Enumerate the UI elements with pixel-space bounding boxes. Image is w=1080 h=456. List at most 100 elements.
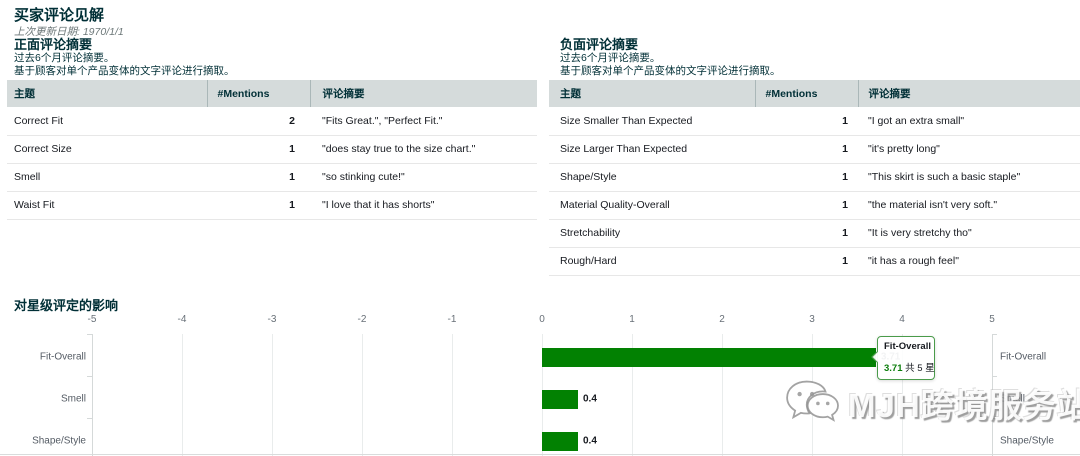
- cell-sum: "so stinking cute!": [310, 163, 537, 191]
- bar-value-label: 0.4: [583, 436, 597, 447]
- positive-section-title: 正面评论摘要: [14, 34, 92, 53]
- cell-topic: Shape/Style: [549, 163, 755, 191]
- x-axis-tick-label: 0: [539, 314, 545, 325]
- table-row: Rough/Hard1"it has a rough feel": [549, 247, 1080, 275]
- x-axis-tick-label: 3: [809, 314, 815, 325]
- category-label-right: Smell: [1000, 394, 1078, 405]
- column-header-topic: 主题: [7, 80, 207, 107]
- bar-smell[interactable]: [542, 390, 578, 409]
- axis-tick: [992, 376, 997, 377]
- x-axis-tick-label: -3: [268, 314, 277, 325]
- table-row: Correct Fit2"Fits Great.", "Perfect Fit.…: [7, 107, 537, 135]
- column-header-summary: 评论摘要: [310, 80, 537, 107]
- cell-topic: Waist Fit: [7, 191, 207, 219]
- cell-ment: 1: [755, 163, 858, 191]
- cell-ment: 1: [755, 191, 858, 219]
- gridline: [182, 334, 183, 456]
- x-axis-tick-label: -4: [178, 314, 187, 325]
- negative-subtitle-line2: 基于顾客对单个产品变体的文字评论进行摘取。: [560, 65, 781, 78]
- gridline: [272, 334, 273, 456]
- category-label-right: Fit-Overall: [1000, 352, 1078, 363]
- cell-ment: 1: [755, 107, 858, 135]
- category-label-left: Fit-Overall: [0, 352, 86, 363]
- x-axis-tick-label: -2: [358, 314, 367, 325]
- category-label-left: Shape/Style: [0, 436, 86, 447]
- category-label-left: Smell: [0, 394, 86, 405]
- cell-ment: 1: [207, 163, 310, 191]
- star-rating-impact-chart: Fit-Overall 3.71 共 5 星 -5 -4 -3 -2 -1 0 1 2 3 4 5 F…: [0, 310, 1080, 456]
- table-row: Waist Fit1"I love that it has shorts": [7, 191, 537, 219]
- x-axis-tick-label: 1: [629, 314, 635, 325]
- gridline: [452, 334, 453, 456]
- bar-tooltip: Fit-Overall 3.71 共 5 星: [877, 336, 935, 380]
- bottom-divider: [0, 454, 1080, 455]
- bar-fit-overall[interactable]: [542, 348, 876, 367]
- column-header-topic: 主题: [549, 80, 755, 107]
- cell-ment: 1: [207, 191, 310, 219]
- cell-ment: 1: [755, 247, 858, 275]
- bar-value-label: 0.4: [583, 394, 597, 405]
- negative-subtitle-line1: 过去6个月评论摘要。: [560, 52, 781, 65]
- column-header-mentions: #Mentions: [207, 80, 310, 107]
- page-title: 买家评论见解: [14, 4, 104, 25]
- axis-tick: [87, 334, 92, 335]
- positive-reviews-table: 主题 #Mentions 评论摘要 Correct Fit2"Fits Grea…: [7, 80, 537, 220]
- axis-tick: [87, 376, 92, 377]
- axis-tick: [992, 334, 997, 335]
- category-label-right: Shape/Style: [1000, 436, 1078, 447]
- table-header-row: 主题 #Mentions 评论摘要: [549, 80, 1080, 107]
- negative-reviews-table: 主题 #Mentions 评论摘要 Size Smaller Than Expe…: [549, 80, 1080, 276]
- cell-sum: "it has a rough feel": [858, 247, 1080, 275]
- table-row: Stretchability1"It is very stretchy tho": [549, 219, 1080, 247]
- y-axis-left: [92, 334, 93, 456]
- axis-tick: [87, 418, 92, 419]
- cell-sum: "It is very stretchy tho": [858, 219, 1080, 247]
- cell-sum: "the material isn't very soft.": [858, 191, 1080, 219]
- y-axis-right: [992, 334, 993, 456]
- table-row: Shape/Style1"This skirt is such a basic …: [549, 163, 1080, 191]
- table-row: Smell1"so stinking cute!": [7, 163, 537, 191]
- table-row: Size Larger Than Expected1"it's pretty l…: [549, 135, 1080, 163]
- cell-topic: Smell: [7, 163, 207, 191]
- x-axis-tick-label: 2: [719, 314, 725, 325]
- cell-sum: "This skirt is such a basic staple": [858, 163, 1080, 191]
- cell-ment: 1: [755, 219, 858, 247]
- cell-topic: Stretchability: [549, 219, 755, 247]
- table-row: Correct Size1"does stay true to the size…: [7, 135, 537, 163]
- column-header-summary: 评论摘要: [858, 80, 1080, 107]
- table-row: Material Quality-Overall1"the material i…: [549, 191, 1080, 219]
- cell-topic: Size Larger Than Expected: [549, 135, 755, 163]
- cell-topic: Correct Size: [7, 135, 207, 163]
- cell-ment: 1: [755, 135, 858, 163]
- positive-section-subtitle: 过去6个月评论摘要。 基于顾客对单个产品变体的文字评论进行摘取。: [14, 52, 235, 78]
- table-row: Size Smaller Than Expected1"I got an ext…: [549, 107, 1080, 135]
- tooltip-suffix: 共 5 星: [905, 363, 935, 374]
- x-axis-tick-label: 4: [899, 314, 905, 325]
- cell-topic: Rough/Hard: [549, 247, 755, 275]
- cell-topic: Correct Fit: [7, 107, 207, 135]
- gridline: [362, 334, 363, 456]
- axis-tick: [992, 418, 997, 419]
- cell-ment: 2: [207, 107, 310, 135]
- cell-topic: Material Quality-Overall: [549, 191, 755, 219]
- cell-sum: "I love that it has shorts": [310, 191, 537, 219]
- cell-sum: "I got an extra small": [858, 107, 1080, 135]
- cell-sum: "does stay true to the size chart.": [310, 135, 537, 163]
- cell-ment: 1: [207, 135, 310, 163]
- x-axis-tick-label: 5: [989, 314, 995, 325]
- table-header-row: 主题 #Mentions 评论摘要: [7, 80, 537, 107]
- bar-shape-style[interactable]: [542, 432, 578, 451]
- negative-section-title: 负面评论摘要: [560, 34, 638, 53]
- x-axis-tick-label: -1: [448, 314, 457, 325]
- cell-topic: Size Smaller Than Expected: [549, 107, 755, 135]
- x-axis-tick-label: -5: [88, 314, 97, 325]
- cell-sum: "it's pretty long": [858, 135, 1080, 163]
- cell-sum: "Fits Great.", "Perfect Fit.": [310, 107, 537, 135]
- column-header-mentions: #Mentions: [755, 80, 858, 107]
- tooltip-value-line: 3.71 共 5 星: [884, 360, 929, 374]
- positive-subtitle-line2: 基于顾客对单个产品变体的文字评论进行摘取。: [14, 65, 235, 78]
- positive-subtitle-line1: 过去6个月评论摘要。: [14, 52, 235, 65]
- tooltip-value: 3.71: [884, 363, 903, 374]
- tooltip-category: Fit-Overall: [884, 341, 929, 352]
- negative-section-subtitle: 过去6个月评论摘要。 基于顾客对单个产品变体的文字评论进行摘取。: [560, 52, 781, 78]
